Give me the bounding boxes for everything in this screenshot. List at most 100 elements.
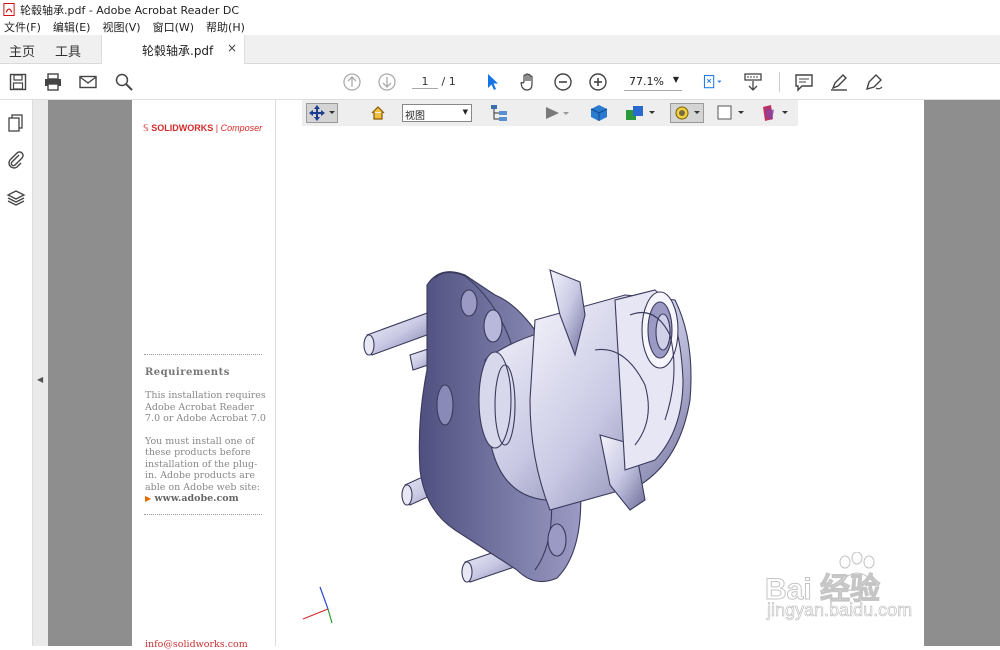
layers-icon[interactable] [6, 188, 26, 208]
scroll-mode-icon [744, 73, 762, 91]
cross-section-icon [763, 105, 788, 121]
left-navigation-rail [0, 100, 33, 646]
zoom-in-button[interactable] [586, 70, 610, 94]
logo-brand: SOLIDWORKS [151, 123, 214, 133]
arrow-up-circle-icon [343, 73, 361, 91]
menu-help[interactable]: 帮助(H) [206, 19, 245, 35]
home-icon [371, 106, 385, 120]
render-cubes-icon [626, 106, 655, 120]
toolbar-divider [779, 72, 780, 92]
cursor-arrow-icon [488, 74, 498, 90]
tab-document-label: 轮毂轴承.pdf [142, 44, 214, 58]
tab-home[interactable]: 主页 [9, 41, 35, 60]
background-swatch-icon [717, 105, 744, 120]
comment-icon [795, 74, 813, 92]
panel-collapse-strip[interactable]: ◀ [33, 100, 48, 646]
page-indicator: 1 / 1 [412, 75, 456, 89]
chevron-left-icon: ◀ [37, 375, 44, 384]
tab-tools[interactable]: 工具 [55, 41, 81, 60]
requirements-paragraph: This installation requires Adobe Acrobat… [145, 390, 266, 424]
rotate-arrows-icon [309, 105, 335, 121]
print-button[interactable] [41, 70, 65, 94]
3d-rotate-tool-button[interactable] [306, 103, 338, 123]
zoom-level-value: 77.1% [629, 75, 664, 88]
tab-bar: 主页 工具 轮毂轴承.pdf × [0, 35, 1000, 64]
3d-home-view-button[interactable] [368, 103, 388, 123]
3d-render-mode-button[interactable] [624, 103, 658, 123]
play-icon [546, 107, 569, 119]
contact-email-link[interactable]: info@solidworks.com [145, 639, 248, 650]
printer-icon [45, 73, 61, 91]
3d-cross-section-button[interactable] [758, 103, 792, 123]
divider [144, 514, 262, 515]
lighting-icon [675, 106, 700, 120]
sign-button[interactable] [862, 70, 886, 94]
envelope-icon [79, 75, 97, 89]
search-icon [115, 73, 133, 91]
solidworks-ds-icon: 𝕊 [143, 123, 149, 133]
highlight-button[interactable] [827, 70, 851, 94]
zoom-out-button[interactable] [551, 70, 575, 94]
close-tab-button[interactable]: × [227, 41, 237, 55]
3d-view-select[interactable]: 视图 ▼ [402, 104, 472, 122]
menu-file[interactable]: 文件(F) [4, 19, 41, 35]
3d-model-tree-button[interactable] [488, 103, 510, 123]
read-mode-button[interactable] [740, 70, 766, 94]
hand-icon [520, 73, 533, 91]
main-toolbar: 1 / 1 77.1% ▼ [0, 64, 1000, 100]
logo-product: Composer [220, 123, 263, 133]
previous-page-button[interactable] [340, 70, 364, 94]
divider [144, 354, 262, 355]
next-page-button[interactable] [375, 70, 399, 94]
page-total: / 1 [441, 75, 456, 88]
comment-button[interactable] [792, 70, 816, 94]
requirements-heading: Requirements [145, 367, 230, 378]
cube-icon [590, 105, 608, 121]
model-tree-icon [491, 105, 507, 121]
select-tool-button[interactable] [480, 70, 504, 94]
3d-lighting-button[interactable] [670, 103, 704, 123]
solidworks-logo: 𝕊 SOLIDWORKS | Composer [143, 123, 262, 134]
bullet-arrow-icon: ▶ [145, 493, 152, 503]
3d-axes-indicator [302, 586, 333, 624]
chevron-down-icon: ▼ [462, 108, 468, 116]
adobe-link-text: www.adobe.com [154, 493, 239, 504]
3d-view-select-value: 视图 [405, 111, 425, 122]
baidu-watermark: Bai 经验 jingyan.baidu.com [764, 552, 965, 640]
menu-window[interactable]: 窗口(W) [153, 19, 194, 35]
fit-page-icon [703, 75, 722, 89]
menu-view[interactable]: 视图(V) [102, 19, 140, 35]
attachment-icon[interactable] [6, 150, 26, 170]
acrobat-icon [3, 3, 15, 16]
page-number-input[interactable]: 1 [412, 75, 438, 89]
email-button[interactable] [76, 70, 100, 94]
title-bar: 轮毂轴承.pdf - Adobe Acrobat Reader DC [0, 0, 1000, 19]
3d-play-animation-button[interactable] [542, 103, 572, 123]
plus-circle-icon [589, 73, 607, 91]
install-instructions: You must install one of these products b… [145, 435, 261, 493]
3d-toolbar: 视图 ▼ [302, 100, 798, 126]
pages-icon[interactable] [6, 113, 26, 133]
fountain-pen-icon [865, 74, 883, 91]
arrow-down-circle-icon [378, 73, 396, 91]
menu-bar: 文件(F) 编辑(E) 视图(V) 窗口(W) 帮助(H) [0, 19, 1000, 35]
watermark-url: jingyan.baidu.com [767, 600, 913, 621]
zoom-level-dropdown[interactable]: 77.1% ▼ [624, 73, 682, 91]
minus-circle-icon [554, 73, 572, 91]
3d-projection-button[interactable] [588, 103, 610, 123]
window-title: 轮毂轴承.pdf - Adobe Acrobat Reader DC [20, 3, 240, 17]
save-icon [9, 73, 27, 91]
chevron-down-icon: ▼ [672, 75, 679, 84]
requirements-text: This installation requires Adobe Acrobat… [145, 390, 267, 505]
save-button[interactable] [6, 70, 30, 94]
adobe-link[interactable]: ▶ www.adobe.com [145, 493, 239, 504]
tab-document[interactable]: 轮毂轴承.pdf × [101, 35, 245, 64]
search-button[interactable] [112, 70, 136, 94]
page-fit-button[interactable] [697, 70, 729, 94]
menu-edit[interactable]: 编辑(E) [53, 19, 91, 35]
composer-info-panel: 𝕊 SOLIDWORKS | Composer Requirements Thi… [132, 100, 276, 650]
hand-tool-button[interactable] [516, 70, 540, 94]
pen-icon [831, 74, 847, 91]
requirements-paragraph: You must install one of these products b… [145, 436, 267, 505]
3d-background-color-button[interactable] [714, 103, 748, 123]
